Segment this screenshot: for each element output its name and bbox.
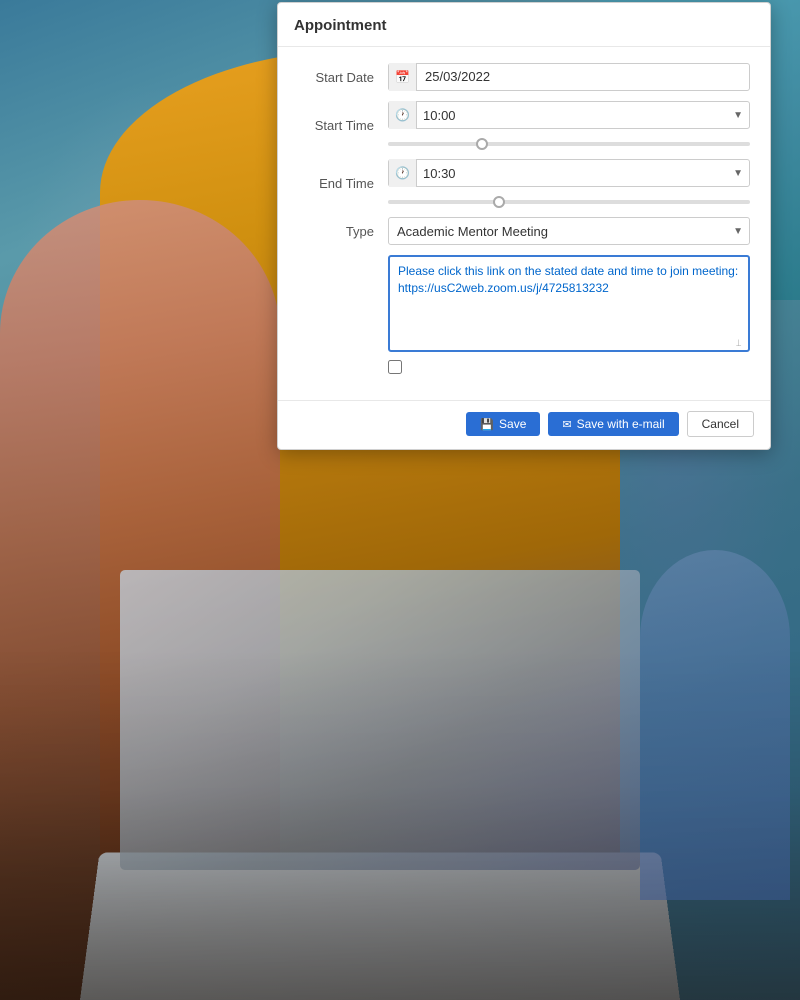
type-row: Type Academic Mentor Meeting Tutor Sessi… [298, 217, 750, 245]
start-date-value: 25/03/2022 [417, 63, 498, 91]
calendar-icon: 📅 [389, 63, 417, 91]
save-icon: 💾 [480, 418, 494, 431]
message-textarea[interactable]: Please click this link on the stated dat… [390, 257, 748, 347]
message-label [298, 255, 388, 260]
clock-icon-start: 🕐 [389, 101, 417, 129]
type-control: Academic Mentor Meeting Tutor Session Of… [388, 217, 750, 245]
start-time-slider-wrap [388, 134, 750, 149]
message-control: Please click this link on the stated dat… [388, 255, 750, 378]
start-time-select[interactable]: 09:00 09:30 10:00 10:30 11:00 [417, 108, 727, 123]
start-time-row: Start Time 🕐 09:00 09:30 10:00 10:30 11:… [298, 101, 750, 149]
email-icon: ✉ [562, 418, 571, 431]
resize-handle-icon: ⟘ [736, 338, 746, 348]
modal-body: Start Date 📅 25/03/2022 Start Time 🕐 09:… [278, 47, 770, 400]
end-time-slider-wrap [388, 192, 750, 207]
type-select[interactable]: Academic Mentor Meeting Tutor Session Of… [389, 224, 727, 239]
modal-footer: 💾 Save ✉ Save with e-mail Cancel [278, 400, 770, 449]
modal-title: Appointment [278, 3, 770, 47]
appointment-modal: Appointment Start Date 📅 25/03/2022 Star… [277, 2, 771, 450]
end-time-dropdown-arrow: ▼ [727, 168, 749, 179]
start-time-control: 🕐 09:00 09:30 10:00 10:30 11:00 ▼ [388, 101, 750, 149]
message-textarea-wrap: Please click this link on the stated dat… [388, 255, 750, 352]
end-time-select-wrap: 🕐 10:00 10:30 11:00 11:30 12:00 ▼ [388, 159, 750, 187]
type-dropdown-arrow: ▼ [727, 226, 749, 237]
start-date-row: Start Date 📅 25/03/2022 [298, 63, 750, 91]
start-date-control: 📅 25/03/2022 [388, 63, 750, 91]
type-select-wrap: Academic Mentor Meeting Tutor Session Of… [388, 217, 750, 245]
start-time-slider[interactable] [388, 142, 750, 146]
save-label: Save [499, 417, 526, 431]
save-with-email-button[interactable]: ✉ Save with e-mail [548, 412, 678, 436]
type-label: Type [298, 224, 388, 239]
message-row: Please click this link on the stated dat… [298, 255, 750, 378]
checkbox-row [388, 360, 750, 374]
start-time-select-wrap: 🕐 09:00 09:30 10:00 10:30 11:00 ▼ [388, 101, 750, 129]
clock-icon-end: 🕐 [389, 159, 417, 187]
save-button[interactable]: 💾 Save [466, 412, 540, 436]
end-time-select[interactable]: 10:00 10:30 11:00 11:30 12:00 [417, 166, 727, 181]
checkbox-input[interactable] [388, 360, 402, 374]
cancel-button[interactable]: Cancel [687, 411, 754, 437]
end-time-control: 🕐 10:00 10:30 11:00 11:30 12:00 ▼ [388, 159, 750, 207]
start-date-input[interactable]: 📅 25/03/2022 [388, 63, 750, 91]
end-time-label: End Time [298, 176, 388, 191]
cancel-label: Cancel [702, 417, 739, 431]
start-time-label: Start Time [298, 118, 388, 133]
start-date-label: Start Date [298, 70, 388, 85]
end-time-row: End Time 🕐 10:00 10:30 11:00 11:30 12:00… [298, 159, 750, 207]
start-time-dropdown-arrow: ▼ [727, 110, 749, 121]
save-email-label: Save with e-mail [577, 417, 665, 431]
end-time-slider[interactable] [388, 200, 750, 204]
